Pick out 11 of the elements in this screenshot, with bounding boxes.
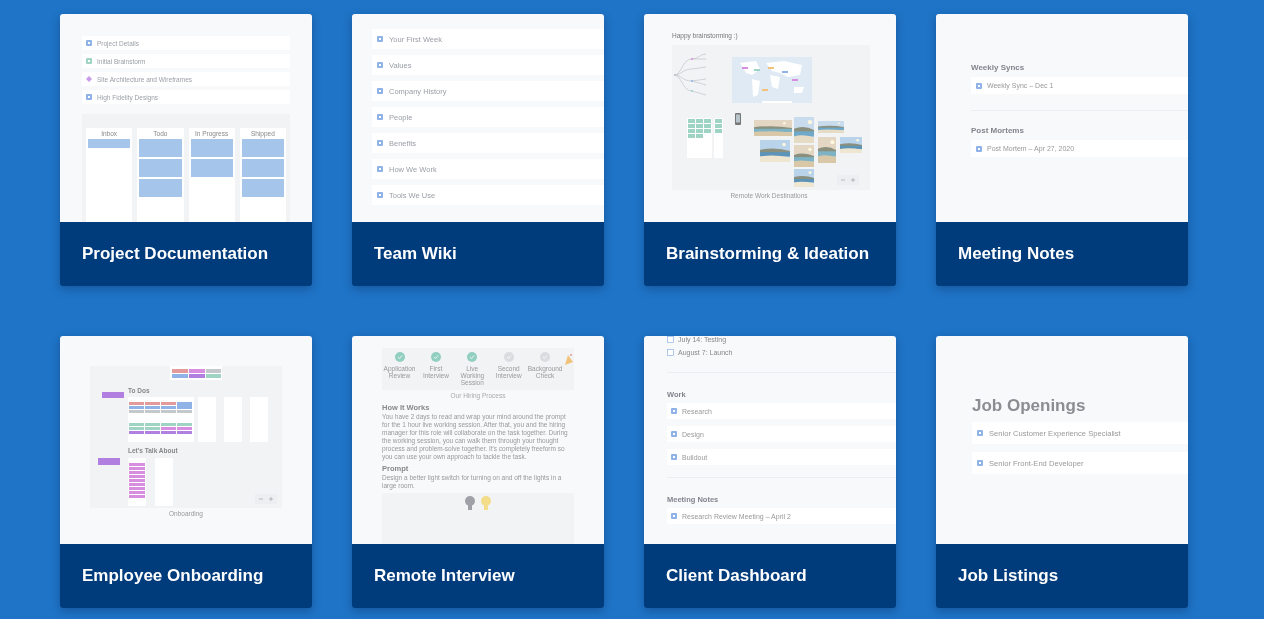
card-title: Remote Interview [374,566,515,586]
card-title: Employee Onboarding [82,566,264,586]
card-title: Client Dashboard [666,566,807,586]
card-title: Brainstorming & Ideation [666,244,870,264]
section-heading: Post Mortems [971,126,1025,135]
card-title: Project Documentation [82,244,269,264]
card-title: Team Wiki [374,244,457,264]
page-heading: Job Openings [972,396,1087,416]
section-heading: Weekly Syncs [971,63,1026,72]
card-title: Meeting Notes [958,244,1075,264]
card-title: Job Listings [958,566,1059,586]
